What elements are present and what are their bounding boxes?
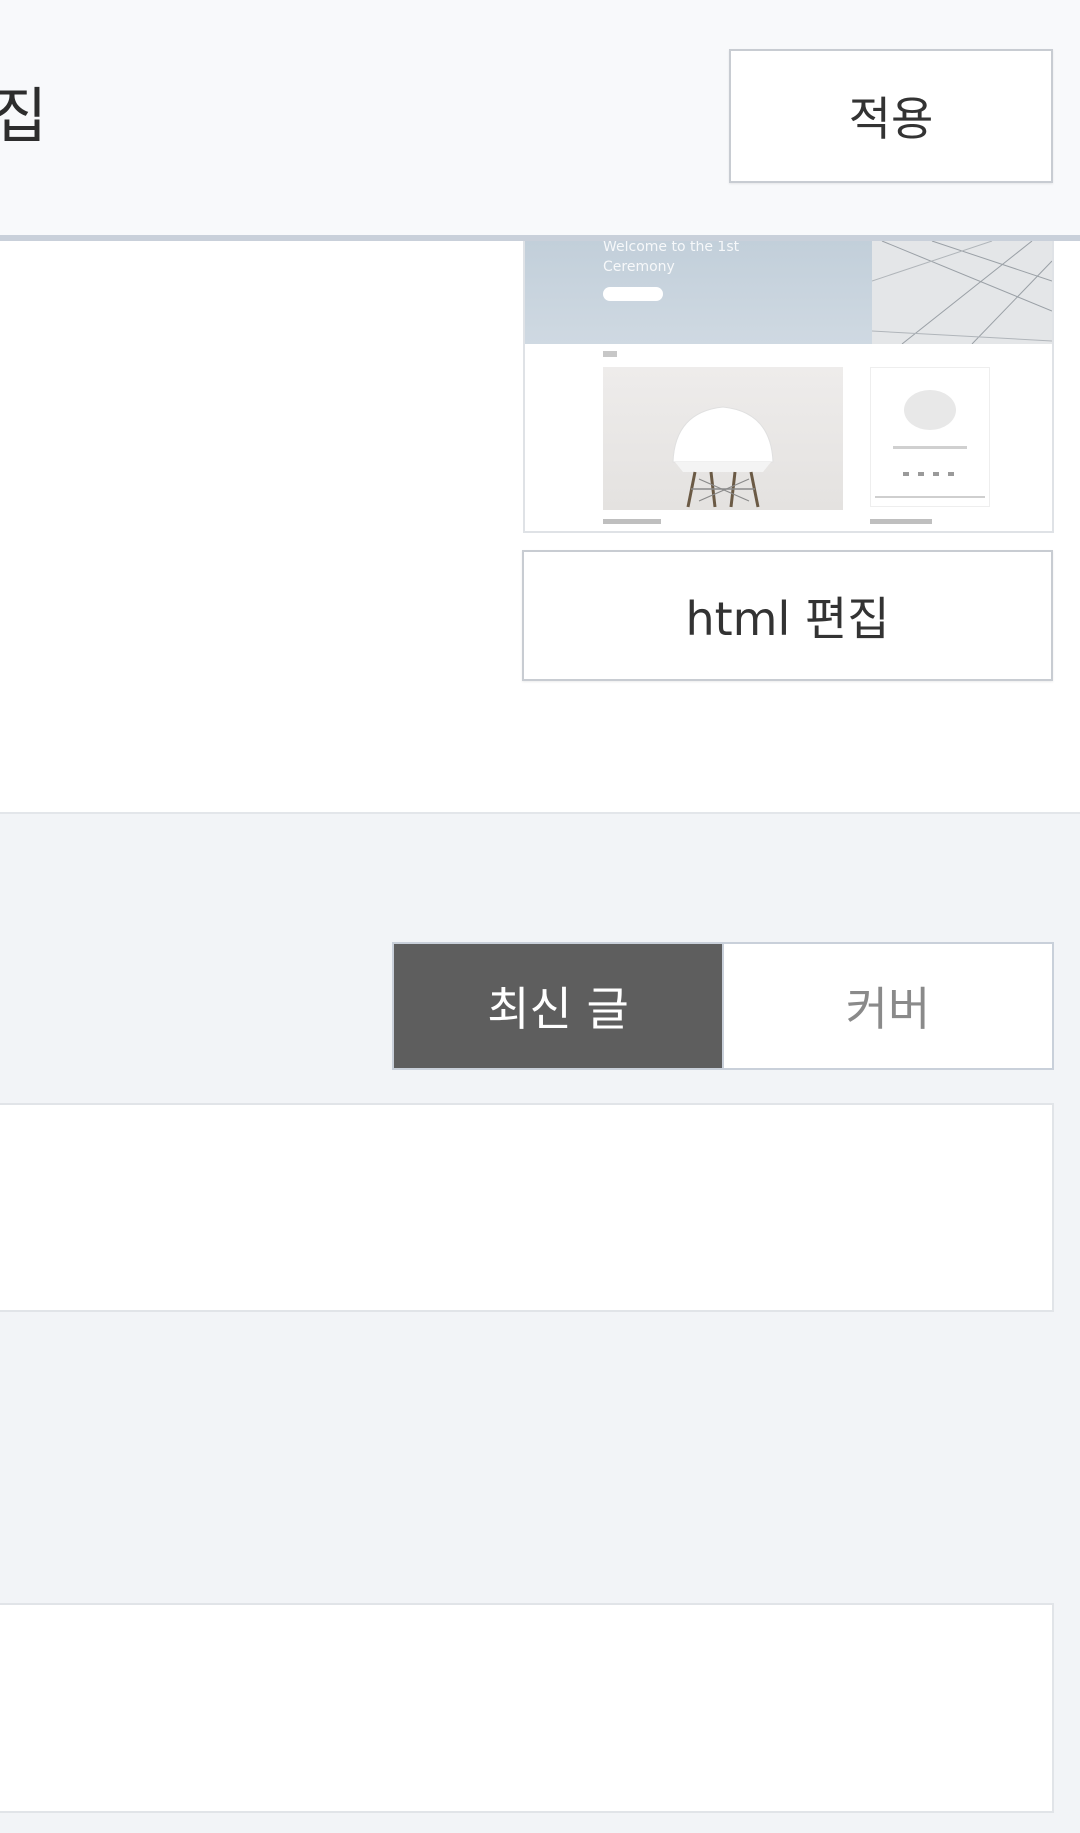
content-panel [0,1603,1054,1813]
toggle-latest-posts[interactable]: 최신 글 [394,944,722,1068]
skin-section: Welcome to the 1st Ceremony html 편집 [0,241,1080,814]
thumbnail-side-card [870,367,990,507]
chair-illustration [672,406,774,508]
thumbnail-footer-text-2 [870,519,932,524]
toggle-cover[interactable]: 커버 [722,944,1052,1068]
html-edit-button[interactable]: html 편집 [522,550,1053,681]
thumbnail-hero: Welcome to the 1st Ceremony [525,241,1052,344]
home-type-toggle: 최신 글 커버 [392,942,1054,1070]
page-title: 집 [0,82,48,152]
thumbnail-footer-text-1 [603,519,661,524]
apply-button[interactable]: 적용 [729,49,1053,183]
thumbnail-product-image [603,367,843,510]
thumbnail-section-label [603,351,617,357]
skin-thumbnail: Welcome to the 1st Ceremony [523,241,1054,533]
thumbnail-hero-title: Welcome to the 1st Ceremony [603,241,740,275]
side-card-illustration [875,390,985,498]
thumbnail-hero-decoration [872,241,1052,344]
header-bar: 집 적용 [0,0,1080,241]
thumbnail-hero-button [603,287,663,301]
content-panel [0,1103,1054,1312]
